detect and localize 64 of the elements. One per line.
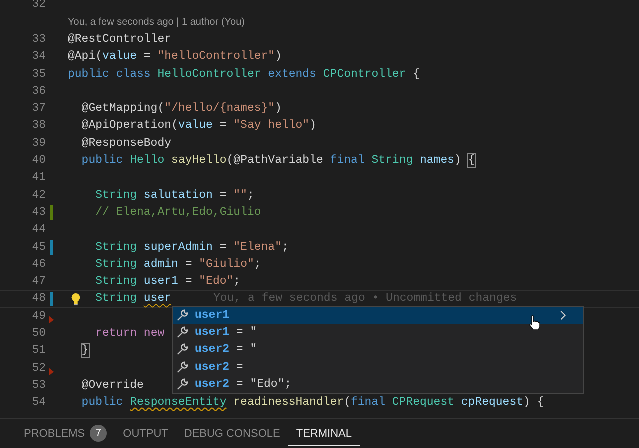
line-number: 54	[31, 395, 46, 412]
count-badge: 7	[90, 425, 108, 442]
code-line: }	[82, 343, 89, 360]
code-line: @RestController	[68, 32, 172, 48]
line-number: 52	[31, 360, 46, 377]
line-number: 40	[31, 153, 46, 170]
deleted-marker[interactable]	[49, 316, 54, 324]
line-number: 49	[31, 308, 46, 325]
line-number: 36	[31, 84, 46, 100]
code-line: @GetMapping("/hello/{names}")	[82, 101, 282, 118]
panel-tab[interactable]: PROBLEMS 7	[16, 419, 116, 448]
suggestion-item[interactable]: user1 = "	[173, 324, 583, 342]
code-line: @ResponseBody	[82, 136, 172, 152]
code-line: // Elena,Artu,Edo,Giulio	[96, 204, 262, 221]
code-line: String user	[96, 291, 172, 308]
code-line: public class HelloController extends CPController {	[68, 66, 420, 83]
panel-tab[interactable]: TERMINAL	[288, 422, 360, 446]
line-number: 42	[31, 188, 46, 204]
panel-tab[interactable]: OUTPUT	[115, 422, 176, 446]
line-number: 53	[31, 378, 46, 394]
code-line: @ApiOperation(value = "Say hello")	[82, 118, 316, 134]
code-line: String superAdmin = "Elena";	[96, 240, 289, 256]
hand-cursor-icon	[529, 315, 541, 331]
line-number: 39	[31, 136, 46, 152]
codelens-text[interactable]: You, a few seconds ago | 1 author (You)	[68, 14, 245, 31]
wrench-icon	[176, 360, 189, 374]
line-number: 44	[31, 222, 46, 238]
lightbulb-icon[interactable]	[71, 293, 81, 306]
code-line: @Api(value = "helloController")	[68, 49, 282, 66]
line-number: 48	[31, 291, 46, 308]
line-number: 41	[31, 170, 46, 186]
wrench-icon	[176, 378, 189, 391]
wrench-icon	[176, 343, 189, 356]
chevron-right-icon[interactable]	[559, 310, 567, 321]
suggestion-item[interactable]: user2 =	[173, 358, 583, 376]
code-line: String user1 = "Edo";	[96, 274, 241, 290]
code-line: @Override	[82, 378, 144, 394]
line-number: 50	[31, 326, 46, 342]
line-number: 38	[31, 118, 46, 134]
code-line: public Hello sayHello(@PathVariable final String names) {	[82, 153, 476, 170]
code-line: return new	[96, 326, 165, 342]
line-number: 47	[31, 274, 46, 290]
line-number: 37	[31, 101, 46, 118]
line-number: 35	[31, 66, 46, 83]
line-number: 43	[31, 204, 46, 221]
line-number: 32	[31, 0, 46, 14]
code-line: public ResponseEntity readinessHandler(final CPRequest cpRequest) {	[82, 395, 544, 412]
change-marker[interactable]	[50, 292, 53, 306]
deleted-marker[interactable]	[49, 368, 54, 376]
panel-tab[interactable]: DEBUG CONSOLE	[176, 422, 288, 446]
inline-blame: You, a few seconds ago • Uncommitted changes	[214, 291, 518, 308]
line-number: 51	[31, 343, 46, 360]
change-marker[interactable]	[50, 240, 53, 255]
suggestion-item[interactable]: user2 = "Edo";	[173, 376, 583, 393]
suggestion-item[interactable]: user2 = "	[173, 341, 583, 359]
change-marker[interactable]	[50, 204, 53, 220]
code-line: String admin = "Giulio";	[96, 256, 262, 273]
line-number: 46	[31, 256, 46, 273]
wrench-icon	[176, 309, 189, 322]
wrench-icon	[176, 326, 189, 340]
line-number: 45	[31, 240, 46, 256]
code-line: String salutation = "";	[96, 188, 254, 204]
line-number: 33	[31, 32, 46, 48]
line-number: 34	[31, 49, 46, 66]
